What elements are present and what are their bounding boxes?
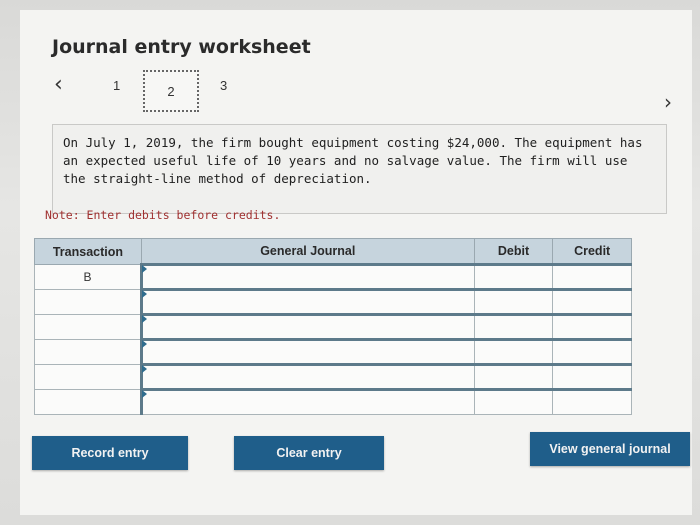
transaction-header: Transaction (34, 238, 142, 265)
step-2-current[interactable]: 2 (143, 70, 199, 112)
debit-header: Debit (473, 238, 554, 265)
credit-input[interactable] (552, 263, 632, 290)
account-select[interactable] (139, 263, 475, 290)
transaction-cell: B (34, 264, 142, 290)
credit-header: Credit (552, 238, 632, 265)
table-row (34, 363, 632, 390)
problem-statement: On July 1, 2019, the firm bought equipme… (52, 124, 667, 214)
account-select[interactable] (139, 288, 475, 315)
debit-input[interactable] (473, 363, 554, 390)
account-select[interactable] (139, 363, 475, 390)
transaction-cell (34, 364, 142, 390)
table-row (34, 288, 632, 315)
account-select[interactable] (139, 388, 475, 415)
table-row: B (34, 263, 632, 290)
table-row (34, 388, 632, 415)
account-select[interactable] (139, 313, 475, 340)
credit-input[interactable] (552, 363, 632, 390)
view-general-journal-button[interactable]: View general journal (530, 432, 690, 466)
table-header-row: Transaction General Journal Debit Credit (34, 238, 632, 265)
record-entry-button[interactable]: Record entry (32, 436, 188, 470)
account-select[interactable] (139, 338, 475, 365)
debit-input[interactable] (473, 338, 554, 365)
next-arrow-icon[interactable]: › (664, 90, 672, 114)
debit-input[interactable] (473, 313, 554, 340)
table-row (34, 338, 632, 365)
transaction-cell (34, 289, 142, 315)
clear-entry-button[interactable]: Clear entry (234, 436, 384, 470)
worksheet-page: Journal entry worksheet ‹ 1 2 3 › On Jul… (20, 10, 692, 515)
transaction-cell (34, 314, 142, 340)
debit-input[interactable] (473, 388, 554, 415)
table-row (34, 313, 632, 340)
credit-input[interactable] (552, 313, 632, 340)
debit-input[interactable] (473, 263, 554, 290)
transaction-cell (34, 339, 142, 365)
step-3-link[interactable]: 3 (220, 78, 227, 93)
credit-input[interactable] (552, 288, 632, 315)
transaction-cell (34, 389, 142, 415)
debit-input[interactable] (473, 288, 554, 315)
credit-input[interactable] (552, 388, 632, 415)
step-1-link[interactable]: 1 (113, 78, 120, 93)
note-text: Note: Enter debits before credits. (45, 208, 281, 222)
prev-arrow-icon[interactable]: ‹ (54, 72, 63, 97)
credit-input[interactable] (552, 338, 632, 365)
journal-table: Transaction General Journal Debit Credit… (34, 238, 632, 415)
general-journal-header: General Journal (140, 238, 475, 265)
page-title: Journal entry worksheet (52, 36, 311, 58)
